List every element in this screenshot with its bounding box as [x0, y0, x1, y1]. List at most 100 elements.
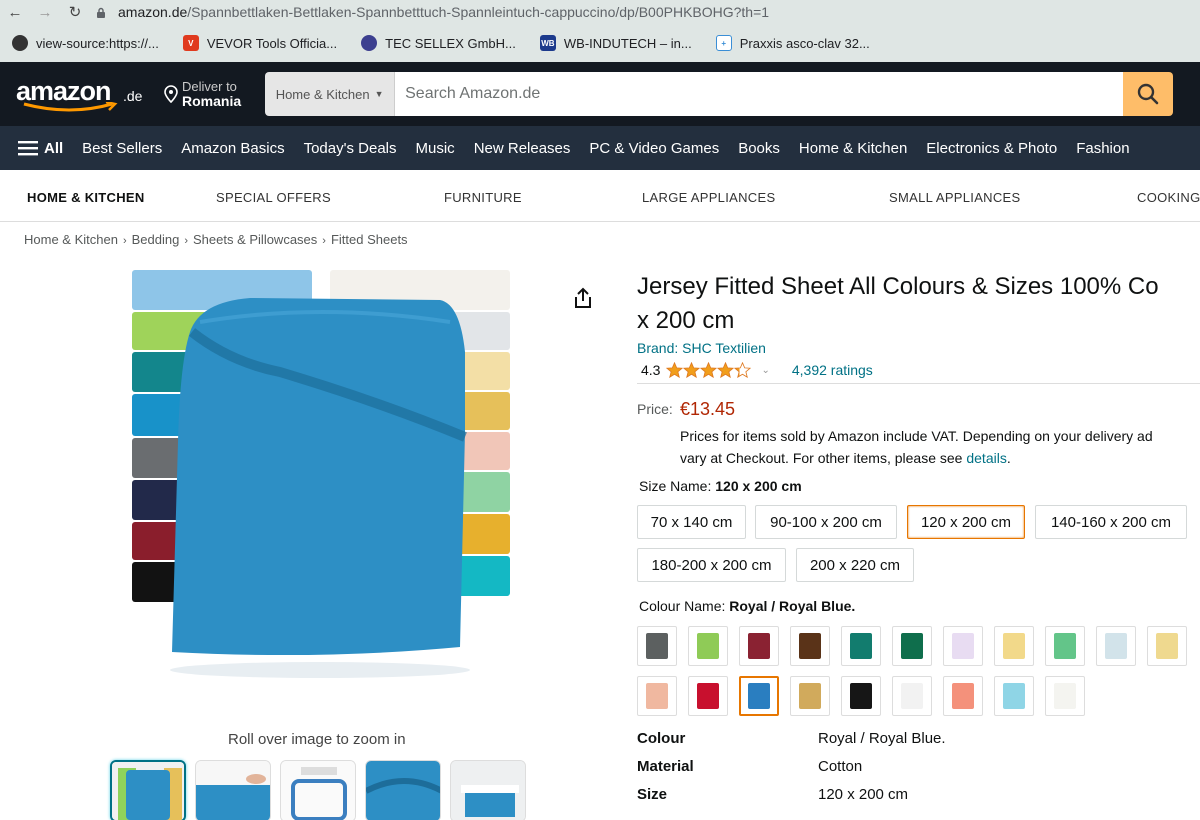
swatch-color-sample	[799, 633, 821, 659]
breadcrumb-item[interactable]: Bedding	[132, 232, 180, 247]
colour-swatch[interactable]	[790, 626, 830, 666]
url-field[interactable]: amazon.de/Spannbettlaken-Bettlaken-Spann…	[118, 4, 769, 20]
forward-icon[interactable]: →	[30, 4, 60, 21]
colour-swatch[interactable]	[1147, 626, 1187, 666]
size-option[interactable]: 180-200 x 200 cm	[637, 548, 786, 582]
nav-link[interactable]: Fashion	[1076, 140, 1129, 157]
size-option[interactable]: 70 x 140 cm	[637, 505, 746, 539]
subnav-large-appliances[interactable]: LARGE APPLIANCES	[642, 190, 775, 205]
amazon-logo[interactable]: amazon .de	[16, 74, 146, 114]
swatch-color-sample	[799, 683, 821, 709]
deliver-to[interactable]: Deliver to Romania	[164, 79, 241, 109]
subnav-special-offers[interactable]: SPECIAL OFFERS	[216, 190, 331, 205]
size-option[interactable]: 90-100 x 200 cm	[755, 505, 897, 539]
brand-link[interactable]: Brand: SHC Textilien	[637, 340, 766, 356]
size-option[interactable]: 200 x 220 cm	[796, 548, 914, 582]
colour-swatch[interactable]	[637, 676, 677, 716]
thumbnail[interactable]	[280, 760, 356, 820]
colour-swatch[interactable]	[1045, 626, 1085, 666]
swatch-color-sample	[901, 633, 923, 659]
details-link[interactable]: details	[966, 450, 1006, 466]
caret-down-icon: ▼	[374, 89, 384, 99]
thumbnail[interactable]	[110, 760, 186, 820]
category-subnav: HOME & KITCHEN SPECIAL OFFERS FURNITURE …	[0, 170, 1200, 222]
colour-swatch-selected[interactable]	[739, 676, 779, 716]
swatch-color-sample	[1054, 683, 1076, 709]
rating-stars[interactable]	[666, 362, 752, 378]
colour-swatch[interactable]	[994, 676, 1034, 716]
colour-swatch[interactable]	[790, 676, 830, 716]
swatch-color-sample	[1054, 633, 1076, 659]
rating-value: 4.3	[641, 362, 661, 378]
share-icon[interactable]	[572, 286, 594, 310]
colour-swatch[interactable]	[994, 626, 1034, 666]
nav-link[interactable]: Today's Deals	[304, 140, 397, 157]
chevron-right-icon: ›	[184, 235, 188, 247]
chevron-down-icon[interactable]: ⌄	[761, 365, 769, 376]
product-main-image[interactable]	[120, 262, 530, 702]
breadcrumb-item[interactable]: Home & Kitchen	[24, 232, 118, 247]
bookmark-item[interactable]: V VEVOR Tools Officia...	[182, 35, 337, 51]
thumbnail-strip	[110, 760, 535, 820]
all-menu-button[interactable]: All	[18, 140, 63, 157]
vat-notice: Prices for items sold by Amazon include …	[680, 428, 1153, 466]
thumbnail[interactable]	[450, 760, 526, 820]
nav-link[interactable]: Home & Kitchen	[799, 140, 907, 157]
nav-link[interactable]: PC & Video Games	[589, 140, 719, 157]
star-icon	[734, 362, 752, 378]
search-button[interactable]	[1123, 72, 1174, 116]
colour-swatch[interactable]	[739, 626, 779, 666]
star-icon	[683, 362, 701, 378]
swatch-color-sample	[646, 683, 668, 709]
hamburger-icon	[18, 141, 38, 156]
bookmark-item[interactable]: + Praxxis asco-clav 32...	[715, 35, 870, 51]
colour-swatch[interactable]	[1045, 676, 1085, 716]
nav-link[interactable]: New Releases	[474, 140, 571, 157]
size-option[interactable]: 140-160 x 200 cm	[1035, 505, 1187, 539]
colour-swatch[interactable]	[688, 626, 728, 666]
zoom-hint: Roll over image to zoom in	[228, 731, 406, 748]
nav-link[interactable]: Amazon Basics	[181, 140, 284, 157]
search-bar: Home & Kitchen ▼	[265, 72, 1174, 116]
colour-swatch[interactable]	[892, 626, 932, 666]
search-input[interactable]	[395, 72, 1124, 116]
lock-icon	[97, 7, 105, 18]
breadcrumb-item[interactable]: Sheets & Pillowcases	[193, 232, 317, 247]
bookmarks-bar: view-source:https://... V VEVOR Tools Of…	[0, 24, 1200, 62]
breadcrumb: Home & Kitchen › Bedding › Sheets & Pillowca…	[24, 232, 408, 247]
subnav-home-kitchen[interactable]: HOME & KITCHEN	[27, 190, 145, 205]
swatch-color-sample	[1003, 683, 1025, 709]
subnav-small-appliances[interactable]: SMALL APPLIANCES	[889, 190, 1021, 205]
ratings-count-link[interactable]: 4,392 ratings	[792, 362, 873, 378]
colour-swatch[interactable]	[892, 676, 932, 716]
nav-link[interactable]: Books	[738, 140, 780, 157]
colour-swatch[interactable]	[943, 676, 983, 716]
thumbnail[interactable]	[365, 760, 441, 820]
thumbnail[interactable]	[195, 760, 271, 820]
subnav-furniture[interactable]: FURNITURE	[444, 190, 522, 205]
colour-swatch[interactable]	[637, 626, 677, 666]
swatch-color-sample	[697, 683, 719, 709]
colour-swatch[interactable]	[943, 626, 983, 666]
colour-swatch[interactable]	[841, 626, 881, 666]
reload-icon[interactable]: ↻	[60, 3, 90, 21]
colour-swatch[interactable]	[688, 676, 728, 716]
colour-swatch[interactable]	[841, 676, 881, 716]
size-option-selected[interactable]: 120 x 200 cm	[907, 505, 1025, 539]
swatch-color-sample	[952, 683, 974, 709]
colour-swatch[interactable]	[1096, 626, 1136, 666]
nav-link[interactable]: Electronics & Photo	[926, 140, 1057, 157]
search-icon	[1137, 83, 1159, 105]
back-icon[interactable]: ←	[0, 4, 30, 21]
nav-link[interactable]: Best Sellers	[82, 140, 162, 157]
breadcrumb-item[interactable]: Fitted Sheets	[331, 232, 408, 247]
subnav-cooking[interactable]: COOKING &	[1137, 190, 1200, 205]
bookmark-item[interactable]: WB WB-INDUTECH – in...	[539, 35, 692, 51]
swatch-color-sample	[697, 633, 719, 659]
search-category-select[interactable]: Home & Kitchen ▼	[265, 72, 396, 116]
bookmark-item[interactable]: TEC SELLEX GmbH...	[361, 35, 516, 51]
swatch-color-sample	[850, 683, 872, 709]
nav-link[interactable]: Music	[416, 140, 455, 157]
bookmark-item[interactable]: view-source:https://...	[12, 35, 159, 51]
globe-icon	[12, 35, 28, 51]
